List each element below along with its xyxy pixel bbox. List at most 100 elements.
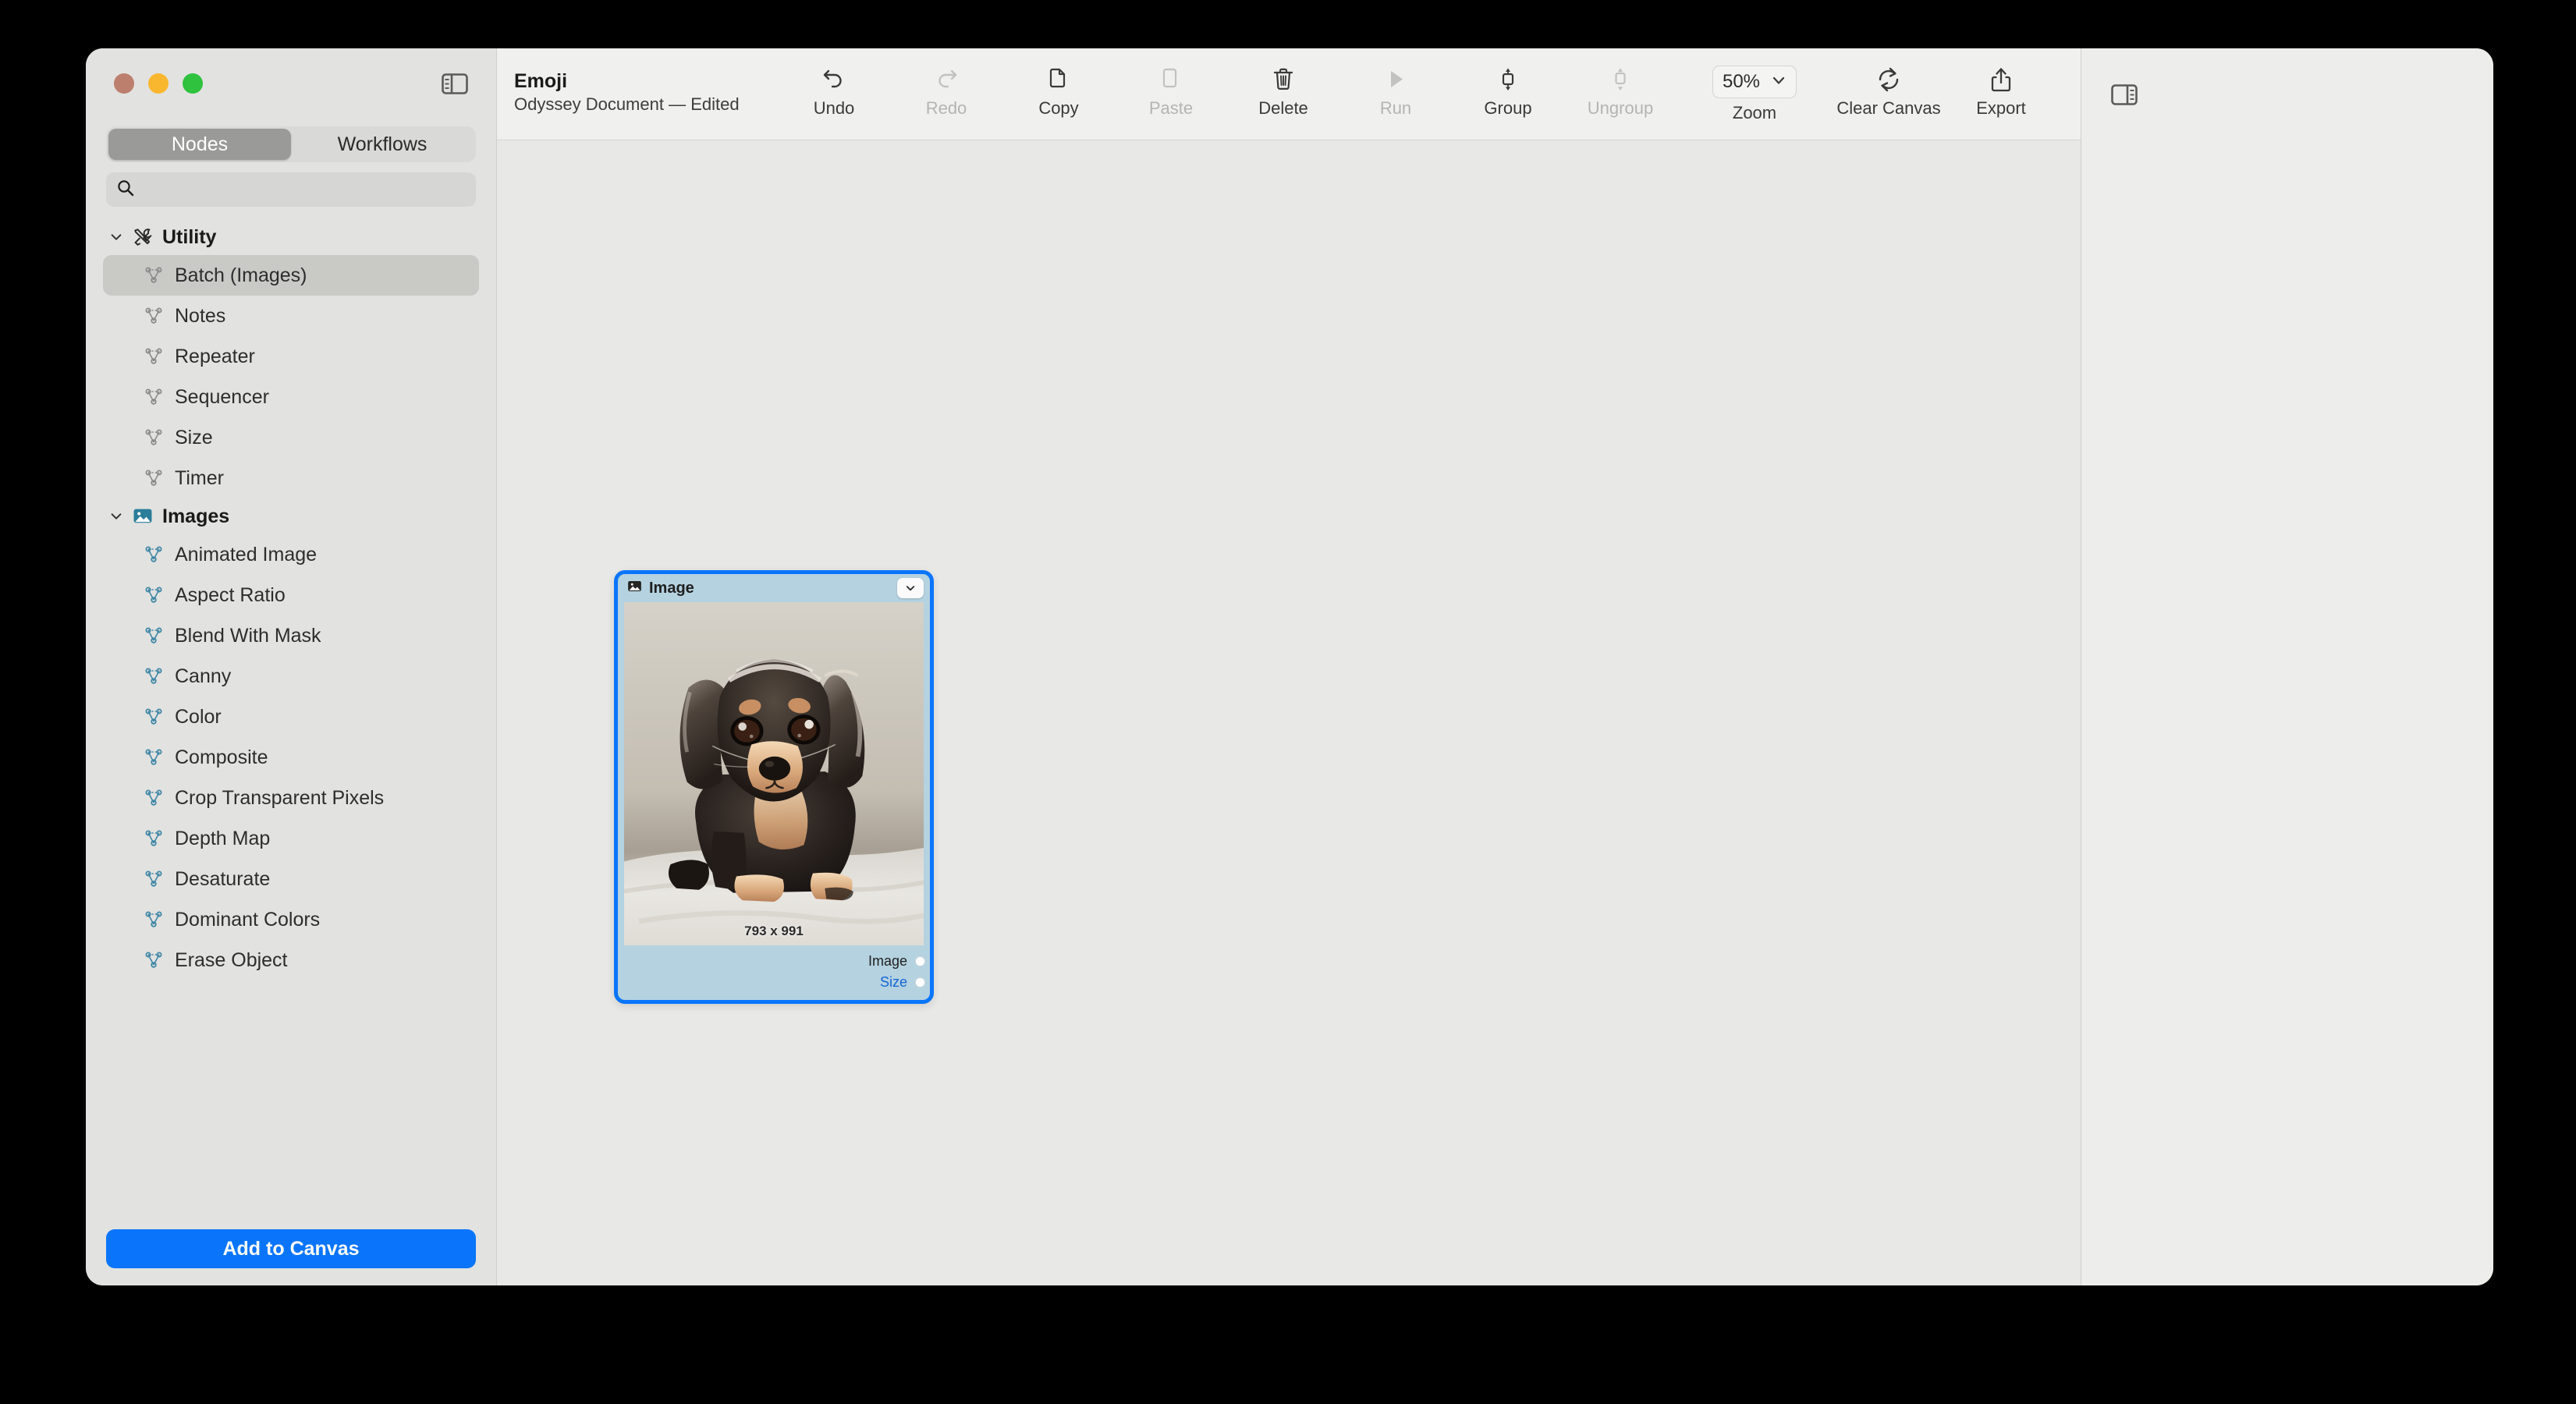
image-node-collapse-button[interactable] <box>897 578 924 598</box>
node-graph-icon <box>144 387 164 407</box>
export-label: Export <box>1976 98 2026 118</box>
node-item-color[interactable]: Color <box>103 697 479 737</box>
output-port-size[interactable]: Size <box>880 974 925 991</box>
document-title: Emoji <box>514 70 568 92</box>
image-node[interactable]: Image 793 x 991 Image Size <box>614 570 934 1004</box>
node-item-desaturate[interactable]: Desaturate <box>103 859 479 899</box>
node-item-composite[interactable]: Composite <box>103 737 479 778</box>
output-port-image[interactable]: Image <box>868 953 925 970</box>
node-item-crop-transparent-pixels[interactable]: Crop Transparent Pixels <box>103 778 479 818</box>
play-icon <box>1382 66 1409 94</box>
node-item-dominant-colors[interactable]: Dominant Colors <box>103 899 479 940</box>
zoom-button[interactable] <box>183 73 203 94</box>
node-item-canny[interactable]: Canny <box>103 656 479 697</box>
node-graph-icon <box>144 306 164 326</box>
node-item-label: Blend With Mask <box>175 624 321 647</box>
undo-label: Undo <box>813 98 855 118</box>
clear-canvas-button[interactable]: Clear Canvas <box>1833 59 1945 119</box>
panel-mode-switcher: Nodes Workflows <box>86 119 496 162</box>
copy-label: Copy <box>1038 98 1079 118</box>
node-graph-icon <box>144 950 164 970</box>
node-item-size[interactable]: Size <box>103 417 479 458</box>
sidebar-left-icon[interactable] <box>442 73 468 94</box>
node-item-repeater[interactable]: Repeater <box>103 336 479 377</box>
zoom-select[interactable]: 50% <box>1712 66 1797 98</box>
node-group-header-utility[interactable]: Utility <box>103 219 479 255</box>
paste-button: Paste <box>1115 59 1227 119</box>
center-column: Emoji Odyssey Document — Edited Undo Redo… <box>497 48 2081 1285</box>
node-item-label: Aspect Ratio <box>175 583 286 606</box>
segmented-control: Nodes Workflows <box>106 126 476 162</box>
tab-workflows[interactable]: Workflows <box>291 129 474 160</box>
add-to-canvas-button[interactable]: Add to Canvas <box>106 1229 476 1268</box>
toolbar-buttons: Undo Redo Copy Paste Delete Run Group Ungroup <box>778 59 1677 119</box>
chevron-down-icon <box>906 586 915 591</box>
node-group-label: Utility <box>162 225 217 248</box>
node-graph-icon <box>144 468 164 488</box>
node-graph-icon <box>144 544 164 565</box>
image-dimensions: 793 x 991 <box>744 924 804 938</box>
node-graph-icon <box>144 626 164 646</box>
redo-icon <box>933 66 960 94</box>
close-button[interactable] <box>114 73 134 94</box>
copy-button[interactable]: Copy <box>1002 59 1115 119</box>
node-item-label: Notes <box>175 304 226 327</box>
node-item-erase-object[interactable]: Erase Object <box>103 940 479 980</box>
export-button[interactable]: Export <box>1945 59 2057 119</box>
ungroup-icon <box>1607 66 1634 94</box>
node-graph-icon <box>144 828 164 849</box>
node-item-label: Composite <box>175 746 268 768</box>
zoom-control: 50% Zoom <box>1677 59 1833 123</box>
delete-button[interactable]: Delete <box>1227 59 1339 119</box>
toolbar: Emoji Odyssey Document — Edited Undo Redo… <box>497 48 2081 140</box>
node-item-aspect-ratio[interactable]: Aspect Ratio <box>103 575 479 615</box>
node-graph-icon <box>144 346 164 367</box>
node-item-batch-images[interactable]: Batch (Images) <box>103 255 479 296</box>
document-subtitle: Odyssey Document — Edited <box>514 94 740 114</box>
refresh-icon <box>1875 66 1902 94</box>
paste-label: Paste <box>1148 98 1194 118</box>
node-item-animated-image[interactable]: Animated Image <box>103 534 479 575</box>
undo-button[interactable]: Undo <box>778 59 890 119</box>
tab-nodes[interactable]: Nodes <box>108 129 291 160</box>
group-button[interactable]: Group <box>1452 59 1564 119</box>
search-box[interactable] <box>106 172 476 207</box>
output-port-image-dot[interactable] <box>915 956 925 966</box>
sidebar-right-icon[interactable] <box>2111 83 2138 105</box>
photo-icon <box>627 579 642 597</box>
output-port-size-dot[interactable] <box>915 977 925 987</box>
chevron-down-icon <box>109 230 123 244</box>
zoom-label: Zoom <box>1732 103 1777 122</box>
node-item-blend-with-mask[interactable]: Blend With Mask <box>103 615 479 656</box>
search-input[interactable] <box>142 179 465 200</box>
tools-icon <box>133 227 153 247</box>
search-icon <box>117 179 134 200</box>
copy-icon <box>1045 66 1072 94</box>
node-item-depth-map[interactable]: Depth Map <box>103 818 479 859</box>
node-graph-icon <box>144 869 164 889</box>
node-item-label: Depth Map <box>175 827 271 849</box>
undo-icon <box>821 66 847 94</box>
node-item-notes[interactable]: Notes <box>103 296 479 336</box>
node-item-label: Crop Transparent Pixels <box>175 786 385 809</box>
node-item-sequencer[interactable]: Sequencer <box>103 377 479 417</box>
node-graph-icon <box>144 427 164 448</box>
redo-label: Redo <box>925 98 967 118</box>
image-node-preview[interactable]: 793 x 991 <box>624 602 924 945</box>
canvas[interactable]: Image 793 x 991 Image Size <box>497 140 2081 1285</box>
node-group-header-images[interactable]: Images <box>103 498 479 534</box>
node-item-timer[interactable]: Timer <box>103 458 479 498</box>
node-item-label: Erase Object <box>175 948 288 971</box>
paste-icon <box>1158 66 1184 94</box>
image-node-header[interactable]: Image <box>618 574 930 602</box>
image-node-outputs: Image Size <box>618 945 930 1000</box>
node-library-list[interactable]: Utility Batch (Images) Notes Repeater Sequen… <box>86 207 496 1229</box>
zoom-value: 50% <box>1722 71 1761 92</box>
minimize-button[interactable] <box>148 73 169 94</box>
group-label: Group <box>1484 98 1532 118</box>
node-item-label: Desaturate <box>175 867 271 890</box>
group-icon <box>1495 66 1521 94</box>
share-icon <box>1988 66 2014 94</box>
image-node-title: Image <box>649 579 694 597</box>
node-item-label: Batch (Images) <box>175 264 307 286</box>
